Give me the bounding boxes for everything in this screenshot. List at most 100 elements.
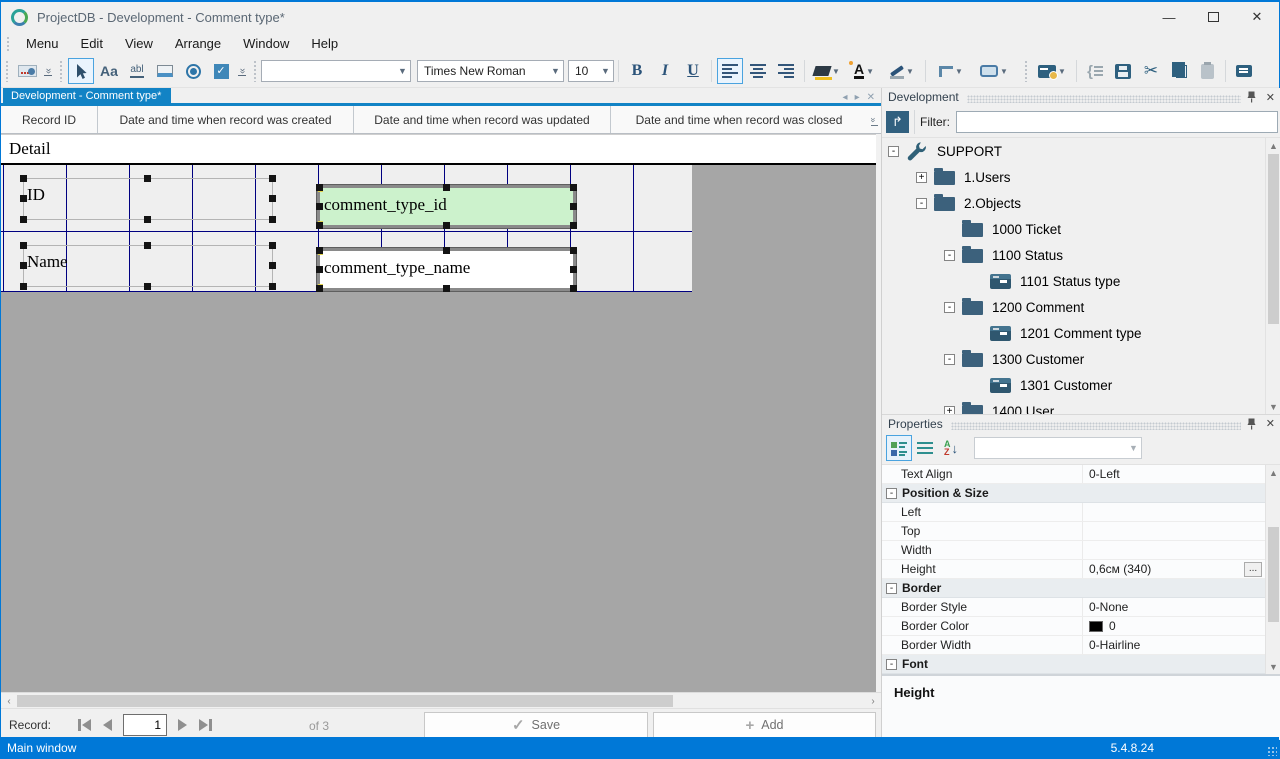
selection-handle[interactable] <box>269 242 276 249</box>
tree-item-1301-customer[interactable]: 1301 Customer <box>882 372 1280 398</box>
selection-handle[interactable] <box>442 184 450 191</box>
property-group-font[interactable]: - Font <box>882 655 1280 674</box>
selection-handle[interactable] <box>20 283 27 290</box>
selection-handle[interactable] <box>20 175 27 182</box>
toolbar-grip[interactable] <box>5 60 9 82</box>
tree-item-1201-comment-type[interactable]: 1201 Comment type <box>882 320 1280 346</box>
checkbox-tool-button[interactable]: ✓ <box>208 58 234 84</box>
cut-button[interactable]: ✂ <box>1138 58 1164 84</box>
comment-button[interactable] <box>1231 58 1257 84</box>
property-group-border[interactable]: - Border <box>882 579 1280 598</box>
selection-handle[interactable] <box>269 262 276 269</box>
filter-input[interactable] <box>956 110 1278 133</box>
scrollbar-thumb[interactable] <box>1268 527 1279 622</box>
button-tool-button[interactable] <box>152 58 178 84</box>
align-center-button[interactable] <box>745 58 771 84</box>
selection-handle[interactable] <box>20 262 27 269</box>
collapse-icon[interactable]: - <box>886 582 897 594</box>
column-header-closed[interactable]: Date and time when record was closed <box>611 106 867 133</box>
tree-item-support[interactable]: - SUPPORT <box>882 138 1280 164</box>
tree-item-objects[interactable]: - 2.Objects <box>882 190 1280 216</box>
property-row-top[interactable]: Top <box>882 522 1280 541</box>
selection-handle[interactable] <box>269 175 276 182</box>
menubar-grip[interactable] <box>6 35 10 52</box>
paste-button[interactable] <box>1194 58 1220 84</box>
close-panel-icon[interactable]: ✕ <box>1266 91 1275 104</box>
save-record-button[interactable]: ✓ Save <box>424 712 648 738</box>
expander-icon[interactable]: + <box>916 171 927 183</box>
selection-handle[interactable] <box>570 247 577 254</box>
tree-scrollbar[interactable]: ▲ ▼ <box>1265 138 1280 414</box>
scroll-right-arrow[interactable]: › <box>865 693 881 709</box>
resize-grip[interactable] <box>1267 746 1277 756</box>
collapse-icon[interactable]: - <box>886 487 897 499</box>
select-tool-button[interactable] <box>68 58 94 84</box>
selection-handle[interactable] <box>316 202 323 210</box>
pin-icon[interactable] <box>1247 418 1256 430</box>
edit-grip[interactable] <box>1024 60 1028 82</box>
selection-handle[interactable] <box>570 285 577 292</box>
tree-item-1300-customer[interactable]: - 1300 Customer <box>882 346 1280 372</box>
scroll-down-arrow[interactable]: ▼ <box>1266 659 1280 674</box>
column-overflow-button[interactable]: » <box>867 106 881 133</box>
scroll-up-arrow[interactable]: ▲ <box>1266 465 1280 480</box>
scroll-down-arrow[interactable]: ▼ <box>1266 399 1280 414</box>
object-selector-combobox[interactable]: ▼ <box>974 437 1142 459</box>
tab-development-comment-type[interactable]: Development - Comment type* <box>3 88 172 103</box>
tab-scroll-left-icon[interactable]: ◂ <box>843 92 848 103</box>
selection-handle[interactable] <box>269 195 276 202</box>
tools-overflow-button[interactable]: » <box>237 67 248 76</box>
ellipsis-button[interactable]: ... <box>1244 561 1262 577</box>
designer-horizontal-scrollbar[interactable]: ‹ › <box>1 692 881 708</box>
first-record-button[interactable] <box>73 713 96 737</box>
property-row-left[interactable]: Left <box>882 503 1280 522</box>
close-panel-icon[interactable]: ✕ <box>1266 417 1275 430</box>
selection-handle[interactable] <box>144 242 151 249</box>
selection-handle[interactable] <box>20 195 27 202</box>
field-comment-type-id[interactable]: comment_type_id <box>316 184 577 229</box>
style-combobox[interactable]: ▼ <box>261 60 411 82</box>
selection-handle[interactable] <box>570 184 577 191</box>
structure-button[interactable]: { <box>1082 58 1108 84</box>
expander-icon[interactable]: - <box>944 249 955 261</box>
selection-handle[interactable] <box>442 285 450 292</box>
menu-item-help[interactable]: Help <box>300 33 349 54</box>
selection-handle[interactable] <box>316 184 323 191</box>
font-name-combobox[interactable]: Times New Roman ▼ <box>417 60 564 82</box>
add-record-button[interactable]: + Add <box>653 712 876 738</box>
menu-item-window[interactable]: Window <box>232 33 300 54</box>
property-row-border-color[interactable]: Border Color 0 <box>882 617 1280 636</box>
maximize-button[interactable] <box>1191 2 1235 32</box>
go-to-object-button[interactable]: ↱ <box>886 110 909 133</box>
selection-handle[interactable] <box>316 247 323 254</box>
scrollbar-thumb[interactable] <box>1268 154 1279 324</box>
selection-handle[interactable] <box>269 283 276 290</box>
highlight-pen-button[interactable]: ▼ <box>884 58 920 84</box>
label-name[interactable]: Name <box>20 242 276 290</box>
column-header-updated[interactable]: Date and time when record was updated <box>354 106 611 133</box>
datasource-button[interactable] <box>14 58 40 84</box>
radio-tool-button[interactable] <box>180 58 206 84</box>
format-grip[interactable] <box>253 60 257 82</box>
list-view-button[interactable] <box>912 435 938 461</box>
textbox-tool-button[interactable]: abl <box>124 58 150 84</box>
property-group-position-size[interactable]: - Position & Size <box>882 484 1280 503</box>
report-designer-canvas[interactable]: Detail ID comment_type_id Name comment_t… <box>1 134 881 692</box>
tree-item-1101-status-type[interactable]: 1101 Status type <box>882 268 1280 294</box>
tab-close-icon[interactable]: ✕ <box>867 92 875 103</box>
selection-handle[interactable] <box>442 247 450 254</box>
font-color-button[interactable]: A ▼ <box>846 58 882 84</box>
expander-icon[interactable]: - <box>916 197 927 209</box>
selection-handle[interactable] <box>144 283 151 290</box>
close-button[interactable]: ✕ <box>1235 2 1279 32</box>
menu-item-arrange[interactable]: Arrange <box>164 33 232 54</box>
tab-scroll-right-icon[interactable]: ▸ <box>855 92 860 103</box>
italic-button[interactable]: I <box>652 58 678 84</box>
scroll-left-arrow[interactable]: ‹ <box>1 693 17 709</box>
save-button[interactable] <box>1110 58 1136 84</box>
property-row-text-align[interactable]: Text Align 0-Left <box>882 465 1280 484</box>
font-size-combobox[interactable]: 10 ▼ <box>568 60 614 82</box>
collapse-icon[interactable]: - <box>886 658 897 670</box>
last-record-button[interactable] <box>194 713 217 737</box>
expander-icon[interactable]: - <box>944 353 955 365</box>
